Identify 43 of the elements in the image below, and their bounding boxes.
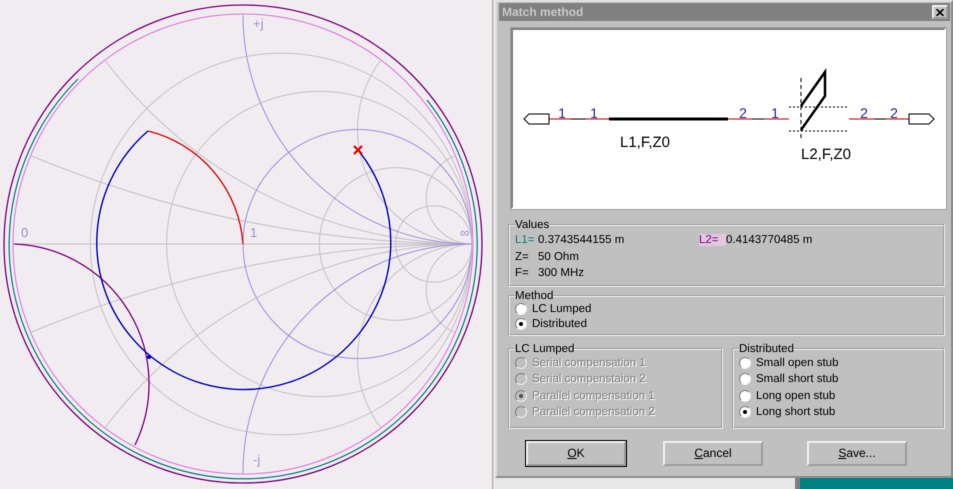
load-point-marker	[352, 144, 364, 156]
port-number: 1	[771, 105, 779, 121]
group-title: Distributed	[739, 342, 794, 354]
stub-option[interactable]: Long open stub	[739, 388, 938, 404]
value-text: 300 MHz	[538, 267, 584, 280]
method-option[interactable]: LC Lumped	[515, 302, 938, 316]
point-dot	[147, 355, 151, 359]
dialog-button[interactable]: Cancel	[663, 440, 763, 466]
port-number: 1	[558, 105, 566, 121]
port-number: 2	[860, 105, 868, 121]
value-label: Z=	[515, 250, 530, 263]
compensation-option: Parallel compensation 1	[515, 388, 716, 404]
stub-option[interactable]: Small open stub	[739, 354, 938, 371]
value-label: L2=	[699, 234, 726, 246]
value-label: F=	[515, 267, 530, 280]
compensation-option: Parallel compensation 2	[515, 404, 716, 420]
close-icon	[936, 8, 944, 16]
group-title: Values	[515, 219, 550, 231]
axis-label: ∞	[460, 225, 470, 240]
compensation-option: Serial compenstaion 2	[515, 371, 716, 388]
value-label: L1=	[515, 234, 536, 246]
axis-label: -j	[253, 452, 260, 467]
group-title: LC Lumped	[515, 342, 574, 354]
value-text: 50 Ohm	[538, 250, 579, 263]
axis-label: 0	[21, 225, 28, 240]
method-option[interactable]: Distributed	[515, 316, 938, 332]
port-number: 1	[590, 105, 598, 121]
stub-option[interactable]: Small short stub	[739, 371, 938, 388]
port-number: 2	[739, 105, 747, 121]
port-number: 2	[890, 105, 898, 121]
component-label: L1,F,Z0	[620, 134, 670, 151]
value-text: 0.4143770485 m	[726, 234, 812, 246]
window-title: Match method	[502, 5, 584, 19]
stub-option[interactable]: Long short stub	[739, 404, 938, 420]
dialog-button[interactable]: OK	[526, 440, 626, 466]
component-label: L2,F,Z0	[801, 146, 852, 163]
group-title: Method	[515, 290, 554, 302]
dialog-button[interactable]: Save...	[807, 440, 907, 466]
close-button[interactable]	[932, 5, 948, 19]
axis-label: 1	[250, 225, 258, 240]
value-text: 0.3743544155 m	[538, 234, 624, 246]
compensation-option: Serial compensation 1	[515, 354, 716, 371]
axis-label: +j	[253, 16, 264, 31]
